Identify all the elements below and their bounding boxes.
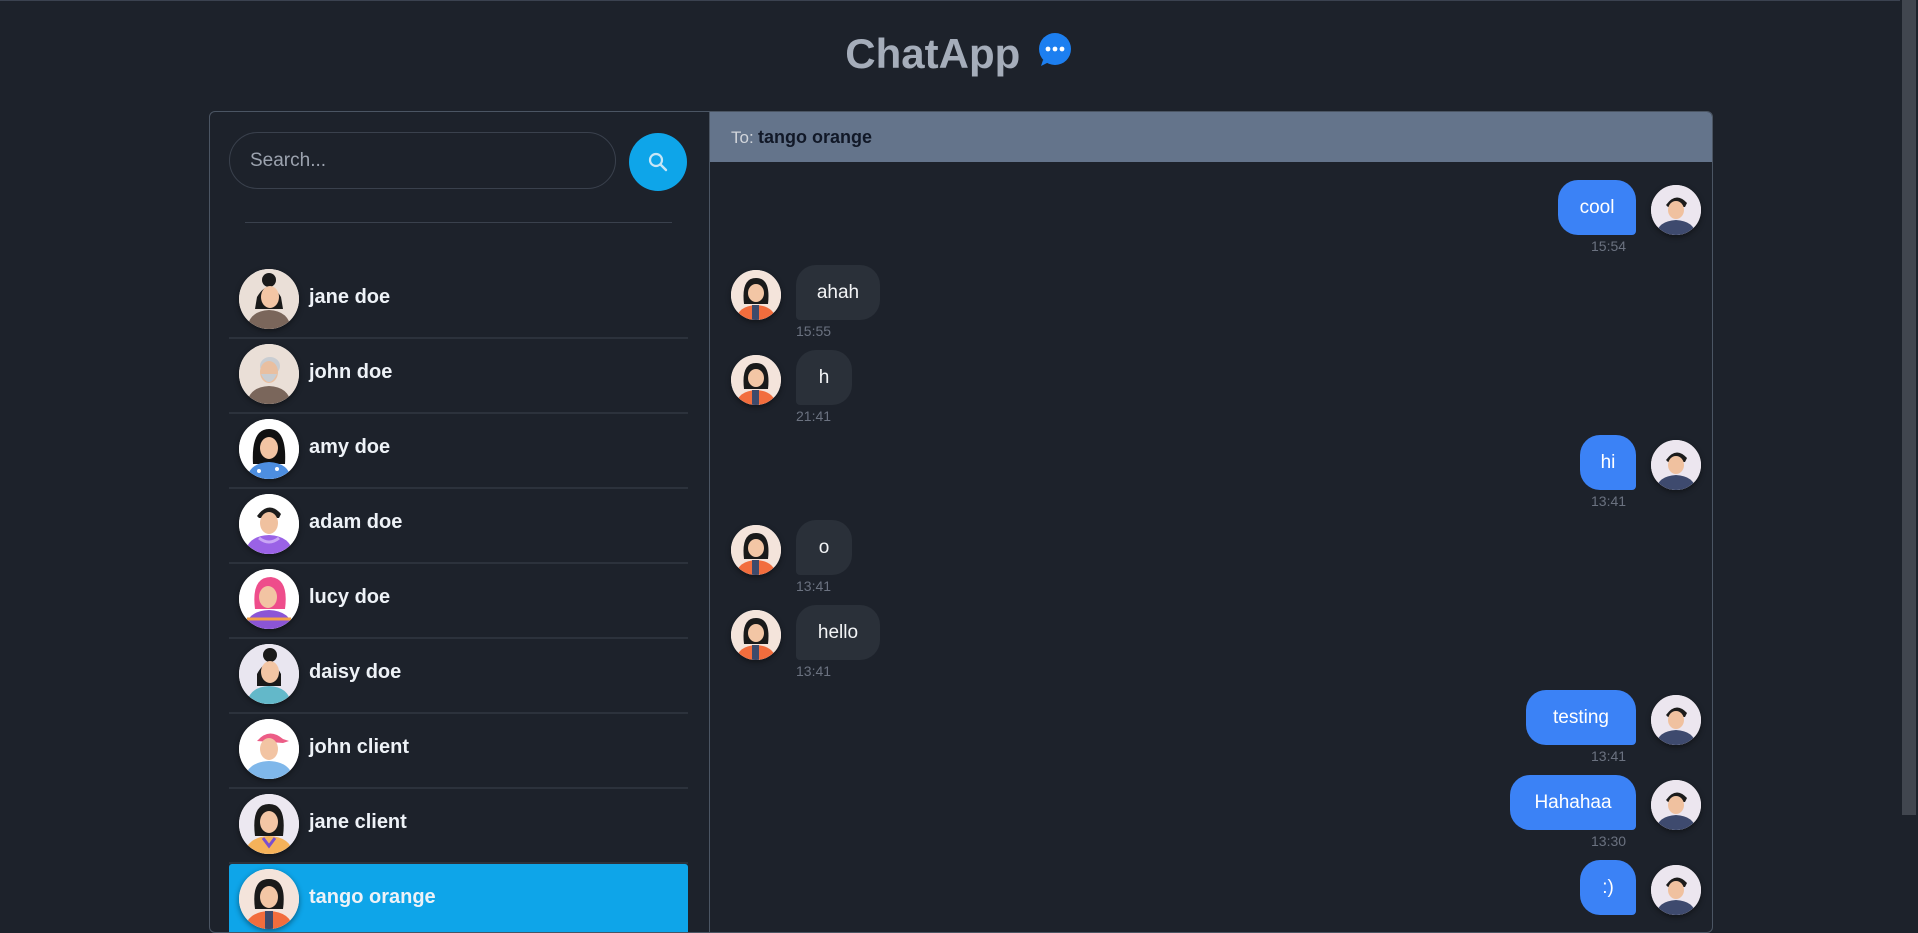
contact-avatar [731,525,781,575]
contact-list: jane doe john doe amy doe adam doe lucy … [229,264,688,932]
app-title: ChatApp [845,30,1021,77]
avatar [239,569,299,629]
avatar [239,344,299,404]
message-bubble[interactable]: h [796,350,852,405]
contact-avatar [731,355,781,405]
avatar [239,269,299,329]
message-time: 13:41 [1591,493,1627,509]
message-bubble[interactable]: ahah [796,265,880,320]
contact-item-daisy-doe[interactable]: daisy doe [229,639,688,714]
contact-avatar [731,610,781,660]
my-avatar [1651,780,1701,830]
avatar [239,644,299,704]
contact-item-jane-client[interactable]: jane client [229,789,688,864]
contact-item-lucy-doe[interactable]: lucy doe [229,564,688,639]
contact-item-jane-doe[interactable]: jane doe [229,264,688,339]
message-bubble[interactable]: Hahahaa [1510,775,1636,830]
contact-item-adam-doe[interactable]: adam doe [229,489,688,564]
chat-bubble-icon [1038,33,1071,66]
message-time: 13:41 [796,663,832,679]
contacts-sidebar: jane doe john doe amy doe adam doe [210,112,710,932]
contact-name: john client [309,736,409,758]
message-bubble[interactable]: hello [796,605,880,660]
avatar [239,794,299,854]
message-bubble[interactable]: hi [1580,435,1636,490]
sidebar-divider [245,222,672,223]
contact-name: tango orange [309,886,436,908]
message-time: 15:54 [1591,238,1627,254]
contact-item-amy-doe[interactable]: amy doe [229,414,688,489]
message-time: 13:41 [796,578,832,594]
contact-name: daisy doe [309,661,402,683]
my-avatar [1651,695,1701,745]
message-time: 15:55 [796,323,832,339]
message-time: 13:30 [1591,833,1627,849]
my-avatar [1651,440,1701,490]
recipient-name: tango orange [758,127,873,147]
avatar [239,719,299,779]
my-avatar [1651,865,1701,915]
message-time: 13:41 [1591,748,1627,764]
page-scrollbar-track[interactable] [1900,0,1918,907]
message-time: 21:41 [796,408,832,424]
app-header: ChatApp [0,30,1918,78]
window-top-border [0,0,1918,1]
avatar [239,869,299,929]
search-input[interactable] [229,132,616,189]
contact-name: amy doe [309,436,391,458]
contact-name: lucy doe [309,586,391,608]
contact-item-john-client[interactable]: john client [229,714,688,789]
contact-avatar [731,270,781,320]
contact-item-tango-orange[interactable]: tango orange [229,864,688,932]
message-bubble[interactable]: cool [1558,180,1636,235]
avatar [239,419,299,479]
avatar [239,494,299,554]
recipient-label: To: [731,128,754,147]
search-icon [648,152,668,172]
chat-area: To: tango orange cool 15:54 ahah 15:55 h… [710,112,1712,932]
message-bubble[interactable]: testing [1526,690,1636,745]
page-scrollbar-thumb[interactable] [1902,0,1916,815]
chat-header: To: tango orange [710,112,1712,162]
search-button[interactable] [629,133,687,191]
message-bubble[interactable]: o [796,520,852,575]
chat-app-panel: jane doe john doe amy doe adam doe [209,111,1713,933]
contact-name: jane doe [309,286,391,308]
contact-name: john doe [309,361,393,383]
my-avatar [1651,185,1701,235]
contact-name: jane client [309,811,407,833]
contact-item-john-doe[interactable]: john doe [229,339,688,414]
contact-name: adam doe [309,511,403,533]
